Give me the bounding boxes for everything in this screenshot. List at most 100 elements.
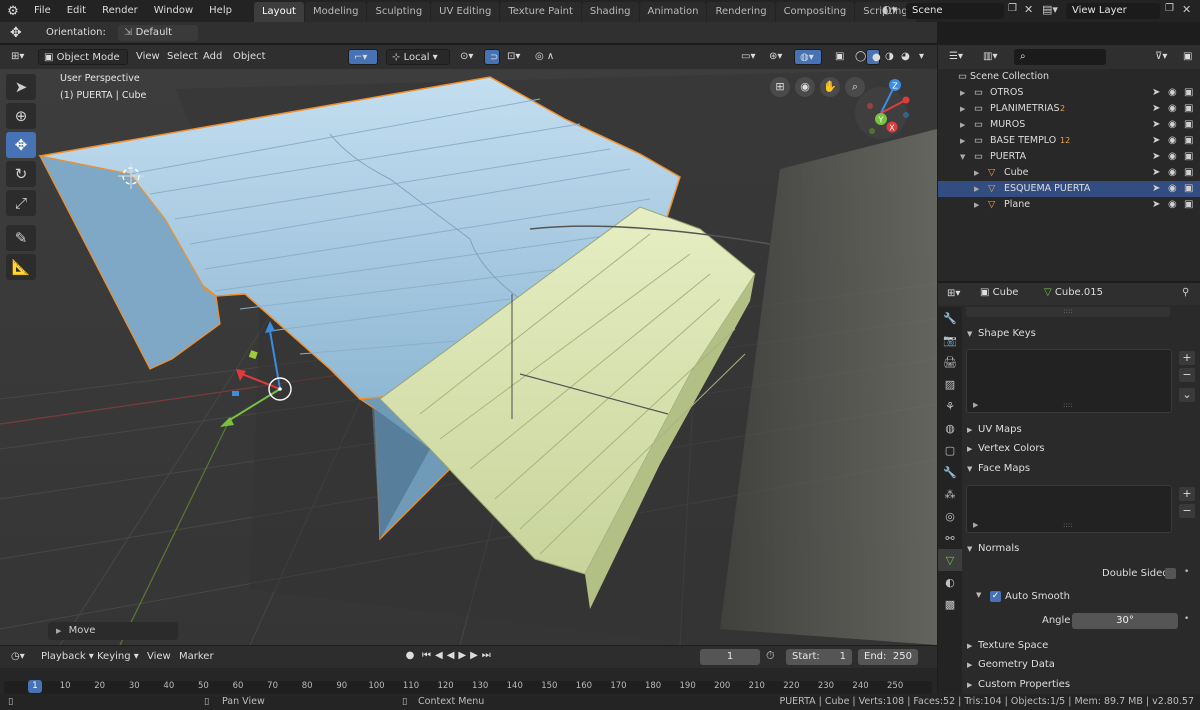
view-object-types-icon[interactable]: ▭▾ — [736, 49, 760, 65]
expand-arrow-icon[interactable]: ▶ — [960, 117, 965, 133]
menu-edit[interactable]: Edit — [59, 0, 94, 22]
scene-icon[interactable]: ◐▾ — [882, 3, 904, 19]
constraints-tab-icon[interactable]: ⚯ — [938, 527, 962, 549]
render-camera-icon[interactable]: ▣ — [1184, 181, 1193, 197]
render-camera-icon[interactable]: ▣ — [1184, 197, 1193, 213]
remove-shape-key-button[interactable]: − — [1179, 368, 1195, 382]
pin-icon[interactable]: ⚲ — [1182, 287, 1189, 298]
cursor-tool-icon[interactable]: ⊕ — [6, 103, 36, 129]
tab-texture-paint[interactable]: Texture Paint — [500, 1, 581, 22]
display-mode-icon[interactable]: ▥▾ — [978, 49, 1002, 65]
current-frame-field[interactable]: 1 — [700, 649, 760, 665]
render-camera-icon[interactable]: ▣ — [1184, 85, 1193, 101]
render-camera-icon[interactable]: ▣ — [1184, 101, 1193, 117]
transform-pivot-dropdown[interactable]: ⌐▾ — [348, 49, 378, 65]
gizmos-toggle-icon[interactable]: ⊛▾ — [764, 49, 787, 65]
auto-smooth-checkbox[interactable]: ✓ — [990, 591, 1001, 602]
end-frame-field[interactable]: End: 250 — [858, 649, 918, 665]
visibility-eye-icon[interactable]: ◉ — [1168, 149, 1177, 165]
visibility-eye-icon[interactable]: ◉ — [1168, 101, 1177, 117]
tab-shading[interactable]: Shading — [581, 1, 639, 22]
scene-close-icon[interactable]: ✕ — [1024, 3, 1036, 16]
vertex-colors-panel-header[interactable]: ▶ Vertex Colors — [964, 440, 1198, 458]
overlays-toggle-icon[interactable]: ◍▾ — [794, 49, 822, 65]
outliner-row[interactable]: ▶ ▽ Cube ➤ ◉ ▣ — [938, 165, 1200, 181]
new-collection-icon[interactable]: ▣ — [1178, 49, 1197, 65]
render-camera-icon[interactable]: ▣ — [1184, 149, 1193, 165]
select-arrow-icon[interactable]: ➤ — [1152, 165, 1160, 181]
playback-controls[interactable]: ⏮◀◀▶▶⏭ — [422, 650, 495, 661]
menu-render[interactable]: Render — [94, 0, 146, 22]
physics-tab-icon[interactable]: ◎ — [938, 505, 962, 527]
rotate-tool-icon[interactable]: ↻ — [6, 161, 36, 187]
particles-tab-icon[interactable]: ⁂ — [938, 483, 962, 505]
proportional-edit-icon[interactable]: ◎ ∧ — [530, 49, 559, 65]
view-layer-close-icon[interactable]: ✕ — [1182, 3, 1194, 16]
pan-hand-icon[interactable]: ✋ — [820, 77, 840, 97]
double-sided-checkbox[interactable] — [1165, 568, 1176, 579]
expand-arrow-icon[interactable]: ▼ — [960, 149, 965, 165]
outliner-row[interactable]: ▶ ▭ MUROS ➤ ◉ ▣ — [938, 117, 1200, 133]
visibility-eye-icon[interactable]: ◉ — [1168, 197, 1177, 213]
visibility-eye-icon[interactable]: ◉ — [1168, 133, 1177, 149]
select-tool-icon[interactable]: ➤ — [6, 74, 36, 100]
select-arrow-icon[interactable]: ➤ — [1152, 181, 1160, 197]
keyframe-dot-icon[interactable]: • — [1184, 567, 1189, 577]
custom-properties-panel-header[interactable]: ▶ Custom Properties — [964, 676, 1198, 694]
transform-orientation-dropdown[interactable]: ⊹ Local ▾ — [386, 49, 450, 65]
menu-select[interactable]: Select — [162, 49, 203, 65]
expand-arrow-icon[interactable]: ▶ — [974, 165, 979, 181]
render-camera-icon[interactable]: ▣ — [1184, 117, 1193, 133]
list-resize-handle[interactable]: :::: — [1063, 521, 1072, 529]
camera-view-icon[interactable]: ◉ — [795, 77, 815, 97]
auto-smooth-expand-icon[interactable]: ▼ — [976, 591, 981, 599]
select-arrow-icon[interactable]: ➤ — [1152, 149, 1160, 165]
outliner-editor-icon[interactable]: ☰▾ — [944, 49, 968, 65]
shape-keys-panel-header[interactable]: ▼ Shape Keys — [964, 325, 1198, 343]
menu-help[interactable]: Help — [201, 0, 240, 22]
object-breadcrumb[interactable]: ▣ Cube — [980, 287, 1018, 298]
outliner-row[interactable]: ▶ ▭ OTROS ➤ ◉ ▣ — [938, 85, 1200, 101]
scene-collection-row[interactable]: ▭ Scene Collection — [938, 69, 1200, 85]
editor-type-icon[interactable]: ⊞▾ — [6, 49, 29, 65]
menu-window[interactable]: Window — [146, 0, 201, 22]
angle-field[interactable]: 30° — [1072, 613, 1178, 629]
start-frame-field[interactable]: Start: 1 — [786, 649, 852, 665]
select-arrow-icon[interactable]: ➤ — [1152, 117, 1160, 133]
tab-modeling[interactable]: Modeling — [304, 1, 367, 22]
shape-key-menu-button[interactable]: ⌄ — [1179, 388, 1195, 402]
move-tool-button[interactable]: ✥ — [6, 132, 36, 158]
render-camera-icon[interactable]: ▣ — [1184, 165, 1193, 181]
scale-tool-icon[interactable]: ⤢ — [6, 190, 36, 216]
menu-timeline-view[interactable]: View — [142, 649, 176, 665]
list-resize-handle[interactable]: :::: — [1063, 401, 1072, 409]
modifier-tab-icon[interactable]: 🔧 — [938, 461, 962, 483]
timeline-scrubber[interactable]: 1102030405060708090100110120130140150160… — [0, 668, 937, 694]
object-tab-icon[interactable]: ▢ — [938, 439, 962, 461]
timeline-editor-icon[interactable]: ◷▾ — [6, 649, 30, 665]
menu-marker[interactable]: Marker — [174, 649, 219, 665]
scene-tab-icon[interactable]: ⚘ — [938, 395, 962, 417]
panel-drag-handle[interactable]: :::: — [966, 307, 1170, 317]
normals-panel-header[interactable]: ▼ Normals — [964, 540, 1198, 558]
snap-element-icon[interactable]: ⊡▾ — [502, 49, 525, 65]
material-tab-icon[interactable]: ◐ — [938, 571, 962, 593]
menu-add[interactable]: Add — [198, 49, 227, 65]
last-operator-panel[interactable]: ▶ Move — [48, 622, 178, 640]
mode-dropdown[interactable]: ▣ Object Mode ▾ — [38, 49, 128, 79]
filter-icon[interactable]: ⊽▾ — [1150, 49, 1172, 65]
remove-face-map-button[interactable]: − — [1179, 504, 1195, 518]
viewport-canvas[interactable]: Z Y X — [0, 69, 937, 645]
list-expand-icon[interactable]: ▶ — [973, 521, 978, 529]
menu-object[interactable]: Object — [228, 49, 271, 65]
scene-copy-icon[interactable]: ❐ — [1008, 3, 1020, 14]
3d-viewport[interactable]: Z Y X User Perspective (1) PUERTA | Cube… — [0, 69, 937, 645]
outliner-row[interactable]: ▶ ▭ BASE TEMPLO 12 ➤ ◉ ▣ — [938, 133, 1200, 149]
geometry-data-panel-header[interactable]: ▶ Geometry Data — [964, 656, 1198, 674]
rendered-shading-icon[interactable]: ◕ — [896, 49, 915, 65]
scene-field[interactable]: Scene — [906, 3, 1004, 19]
menu-keying[interactable]: Keying ▾ — [92, 649, 144, 665]
visibility-eye-icon[interactable]: ◉ — [1168, 85, 1177, 101]
shading-options-icon[interactable]: ▾ — [914, 49, 929, 65]
snap-toggle-icon[interactable]: ⊃ — [484, 49, 500, 65]
